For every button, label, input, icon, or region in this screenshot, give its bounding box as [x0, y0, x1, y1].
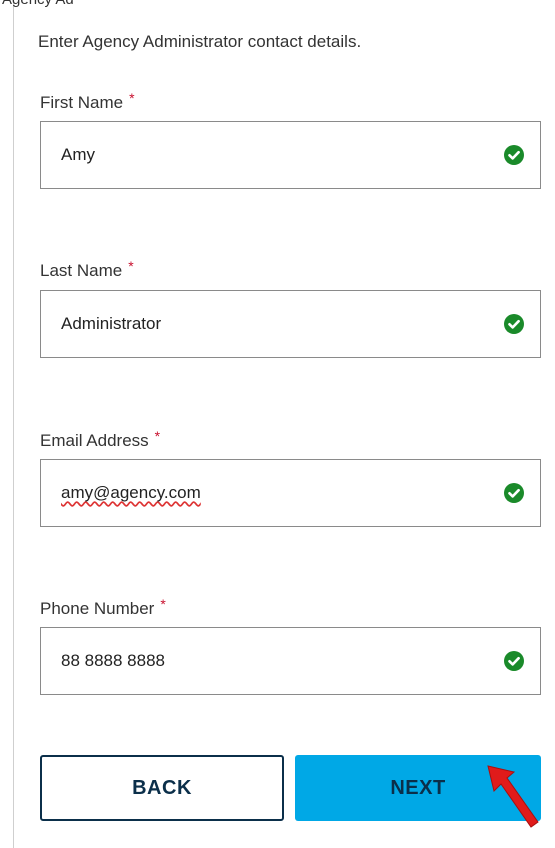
- next-button-label: NEXT: [390, 776, 446, 799]
- email-field[interactable]: amy@agency.com: [40, 459, 541, 527]
- last-name-field[interactable]: Administrator: [40, 290, 541, 358]
- required-marker: *: [129, 90, 135, 106]
- email-label: Email Address *: [40, 428, 161, 451]
- required-marker: *: [128, 258, 134, 274]
- back-button[interactable]: BACK: [40, 755, 284, 821]
- first-name-label-text: First Name: [40, 93, 124, 112]
- last-name-value: Administrator: [61, 314, 162, 333]
- form-page: Agency Ad Enter Agency Administrator con…: [0, 0, 555, 848]
- phone-field[interactable]: 88 8888 8888: [40, 627, 541, 695]
- last-name-label: Last Name *: [40, 258, 134, 281]
- panel-border: [13, 0, 14, 848]
- check-circle-icon: [504, 145, 524, 165]
- required-marker: *: [160, 596, 166, 612]
- back-button-label: BACK: [132, 776, 192, 799]
- check-circle-icon: [504, 651, 524, 671]
- check-circle-icon: [504, 483, 524, 503]
- cut-off-heading: Agency Ad: [2, 0, 74, 8]
- phone-value: 88 8888 8888: [61, 651, 165, 670]
- email-label-text: Email Address: [40, 431, 149, 450]
- check-circle-icon: [504, 314, 524, 334]
- first-name-field[interactable]: Amy: [40, 121, 541, 189]
- first-name-value: Amy: [61, 145, 95, 164]
- mouse-cursor-icon: [487, 765, 539, 828]
- phone-label-text: Phone Number: [40, 599, 155, 618]
- required-marker: *: [154, 428, 161, 444]
- last-name-label-text: Last Name: [40, 261, 123, 280]
- email-value: amy@agency.com: [61, 483, 201, 502]
- first-name-label: First Name *: [40, 90, 135, 113]
- phone-label: Phone Number *: [40, 596, 166, 619]
- form-instructions: Enter Agency Administrator contact detai…: [38, 32, 362, 51]
